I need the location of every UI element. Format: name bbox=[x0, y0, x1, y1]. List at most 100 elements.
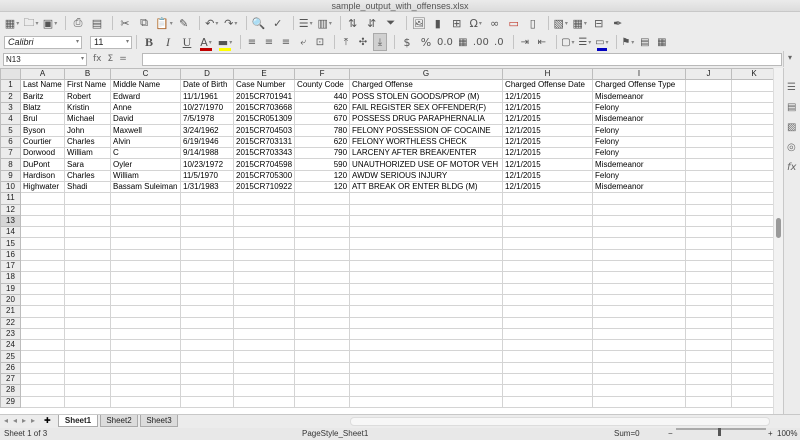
row-header[interactable]: 7 bbox=[0, 147, 21, 160]
cell[interactable]: 11/5/1970 bbox=[180, 169, 234, 182]
cell[interactable] bbox=[349, 260, 504, 273]
sort-descending-icon[interactable]: ⇵ bbox=[364, 14, 380, 32]
cell[interactable] bbox=[294, 248, 351, 262]
row-header[interactable]: 3 bbox=[0, 101, 21, 115]
cell[interactable] bbox=[731, 180, 778, 194]
cell[interactable] bbox=[64, 373, 111, 386]
row-header[interactable]: 27 bbox=[0, 373, 21, 386]
cell[interactable]: 780 bbox=[294, 124, 351, 137]
cell[interactable] bbox=[64, 361, 111, 375]
cell[interactable] bbox=[731, 135, 778, 149]
cell[interactable] bbox=[349, 237, 504, 250]
row-header[interactable]: 28 bbox=[0, 384, 21, 397]
cell[interactable] bbox=[232, 350, 296, 363]
first-sheet-icon[interactable]: ◂ bbox=[4, 416, 8, 425]
cell[interactable]: DuPont bbox=[20, 158, 65, 171]
cell[interactable] bbox=[502, 293, 594, 307]
cell[interactable] bbox=[294, 214, 351, 228]
column-icon[interactable]: ▥ ▾ bbox=[317, 14, 333, 32]
cell[interactable] bbox=[232, 203, 296, 216]
cell[interactable]: Kristin bbox=[64, 101, 111, 115]
print-icon[interactable]: ⎙ bbox=[70, 14, 86, 32]
cell[interactable] bbox=[180, 316, 234, 329]
cell[interactable] bbox=[294, 226, 351, 239]
cell[interactable] bbox=[20, 248, 65, 262]
cell[interactable]: 12/1/2015 bbox=[502, 147, 594, 160]
cell[interactable]: Felony bbox=[592, 101, 687, 115]
cell[interactable] bbox=[294, 237, 351, 250]
cell[interactable]: 2015CR703343 bbox=[232, 147, 296, 160]
cell[interactable]: 12/1/2015 bbox=[502, 101, 594, 115]
cell[interactable]: ATT BREAK OR ENTER BLDG (M) bbox=[349, 180, 504, 194]
cell[interactable] bbox=[685, 260, 733, 273]
cell[interactable]: 120 bbox=[294, 169, 351, 182]
cell[interactable] bbox=[110, 305, 181, 318]
cell[interactable] bbox=[294, 192, 351, 205]
cell[interactable] bbox=[685, 180, 733, 194]
cell[interactable]: Courtier bbox=[20, 135, 65, 149]
cell[interactable]: 12/1/2015 bbox=[502, 124, 594, 137]
chart-icon[interactable]: ▮ bbox=[430, 14, 446, 32]
cell[interactable] bbox=[502, 260, 594, 273]
cell[interactable] bbox=[294, 373, 351, 386]
cell[interactable]: Edward bbox=[110, 90, 181, 103]
zoom-in-button[interactable]: + bbox=[768, 428, 773, 440]
align-right-icon[interactable]: ≡ bbox=[279, 33, 293, 51]
cell[interactable] bbox=[349, 282, 504, 295]
cell[interactable] bbox=[64, 327, 111, 341]
cell[interactable] bbox=[349, 293, 504, 307]
cell[interactable] bbox=[592, 260, 687, 273]
cell[interactable]: 3/24/1962 bbox=[180, 124, 234, 137]
cell[interactable] bbox=[502, 226, 594, 239]
font-size-box[interactable]: 11 ▾ bbox=[90, 35, 132, 49]
cell[interactable] bbox=[685, 237, 733, 250]
find-icon[interactable]: 🔍 bbox=[251, 14, 267, 32]
cell[interactable] bbox=[685, 361, 733, 375]
cell[interactable]: Oyler bbox=[110, 158, 181, 171]
cell[interactable]: Sara bbox=[64, 158, 111, 171]
cell[interactable] bbox=[592, 192, 687, 205]
cell[interactable] bbox=[294, 350, 351, 363]
cell[interactable] bbox=[20, 384, 65, 397]
cell[interactable] bbox=[232, 271, 296, 284]
row-header[interactable]: 5 bbox=[0, 124, 21, 137]
cell[interactable]: 12/1/2015 bbox=[502, 90, 594, 103]
chevron-down-icon[interactable]: ▾ bbox=[788, 53, 792, 62]
column-header[interactable]: G bbox=[349, 68, 504, 81]
cell[interactable] bbox=[502, 214, 594, 228]
cell[interactable] bbox=[349, 203, 504, 216]
cell[interactable] bbox=[180, 214, 234, 228]
styles-list-icon[interactable]: ▤ bbox=[638, 33, 652, 51]
number-format-button[interactable]: 0.0 bbox=[437, 33, 453, 51]
formula-equals-icon[interactable]: = bbox=[119, 54, 127, 64]
cell[interactable] bbox=[64, 384, 111, 397]
cell[interactable] bbox=[20, 237, 65, 250]
cell[interactable] bbox=[64, 214, 111, 228]
row-header[interactable]: 25 bbox=[0, 350, 21, 363]
cell[interactable]: 2015CR705300 bbox=[232, 169, 296, 182]
row-header[interactable]: 23 bbox=[0, 327, 21, 341]
cell[interactable]: AWDW SERIOUS INJURY bbox=[349, 169, 504, 182]
merge-center-icon[interactable]: ⊡ bbox=[313, 33, 327, 51]
row-header[interactable]: 16 bbox=[0, 248, 21, 262]
cell[interactable] bbox=[685, 305, 733, 318]
column-header[interactable]: C bbox=[110, 68, 181, 81]
cell[interactable]: 2015CR710922 bbox=[232, 180, 296, 194]
add-sheet-icon[interactable]: ✚ bbox=[44, 416, 51, 425]
align-bottom-icon[interactable]: ⤓ bbox=[373, 33, 387, 51]
cell[interactable] bbox=[349, 214, 504, 228]
sheet-tab-sheet2[interactable]: Sheet2 bbox=[100, 415, 138, 427]
percent-button[interactable]: % bbox=[418, 33, 434, 51]
cell[interactable] bbox=[64, 237, 111, 250]
cell[interactable]: C bbox=[110, 147, 181, 160]
cell[interactable] bbox=[294, 327, 351, 341]
cell[interactable]: Alvin bbox=[110, 135, 181, 149]
align-top-icon[interactable]: ⤒ bbox=[339, 33, 353, 51]
sheet-tab-sheet1[interactable]: Sheet1 bbox=[58, 415, 98, 427]
cell[interactable] bbox=[232, 395, 296, 408]
cell[interactable] bbox=[180, 237, 234, 250]
cell[interactable]: 670 bbox=[294, 113, 351, 126]
cell[interactable] bbox=[64, 248, 111, 262]
cell[interactable]: 9/14/1988 bbox=[180, 147, 234, 160]
cell[interactable]: Charged Offense bbox=[349, 79, 504, 92]
